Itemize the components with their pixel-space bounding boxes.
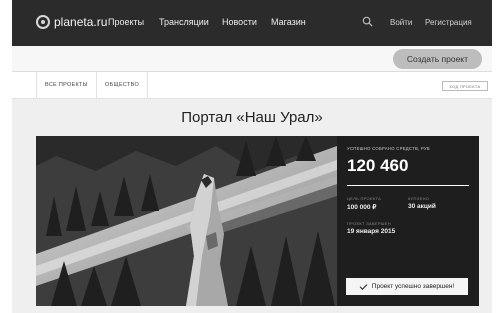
project-completed-label: Проект успешно завершен! [371, 283, 455, 290]
page-title: Портал «Наш Урал» [181, 109, 323, 126]
project-code-button[interactable]: КОД ПРОЕКТА [442, 81, 488, 91]
create-project-bar: Создать проект [12, 46, 492, 72]
finished-date: 19 января 2015 [347, 228, 396, 235]
logo-text: planeta.ru [54, 15, 108, 29]
raised-amount: 120 460 [347, 156, 409, 175]
finished-label: ПРОЕКТ ЗАВЕРШЕН [347, 221, 391, 226]
nav-item-shop[interactable]: Магазин [271, 17, 306, 27]
bought-value: 30 акций [408, 203, 436, 210]
funding-progress-bar [347, 185, 469, 186]
raised-label: УСПЕШНО СОБРАНО СРЕДСТВ, РУБ [347, 146, 430, 151]
nav-item-projects[interactable]: Проекты [108, 17, 144, 27]
login-link[interactable]: Войти [390, 18, 412, 27]
nav-item-news[interactable]: Новости [222, 17, 257, 27]
bought-label: КУПЛЕНО [408, 196, 430, 201]
goal-value: 100 000 ₽ [347, 204, 377, 211]
tab-all-projects[interactable]: ВСЕ ПРОЕКТЫ [36, 72, 96, 98]
create-project-button[interactable]: Создать проект [392, 49, 482, 69]
project-completed-button[interactable]: Проект успешно завершен! [346, 278, 468, 295]
landscape-photo-illustration [36, 136, 337, 306]
planeta-logo-icon [36, 15, 50, 29]
search-icon[interactable] [362, 16, 373, 27]
category-tab-bar: ВСЕ ПРОЕКТЫ ОБЩЕСТВО КОД ПРОЕКТА [12, 72, 492, 99]
project-photo [36, 136, 337, 306]
top-navigation-bar: planeta.ru Проекты Трансляции Новости Ма… [12, 0, 492, 46]
funding-progress-fill [347, 185, 469, 186]
goal-label: ЦЕЛЬ ПРОЕКТА [347, 196, 382, 201]
nav-item-broadcasts[interactable]: Трансляции [159, 17, 209, 27]
page: planeta.ru Проекты Трансляции Новости Ма… [0, 0, 504, 313]
checkmark-icon [359, 281, 368, 290]
register-link[interactable]: Регистрация [425, 18, 472, 27]
planeta-logo[interactable]: planeta.ru [36, 15, 107, 29]
tab-society[interactable]: ОБЩЕСТВО [96, 72, 149, 98]
